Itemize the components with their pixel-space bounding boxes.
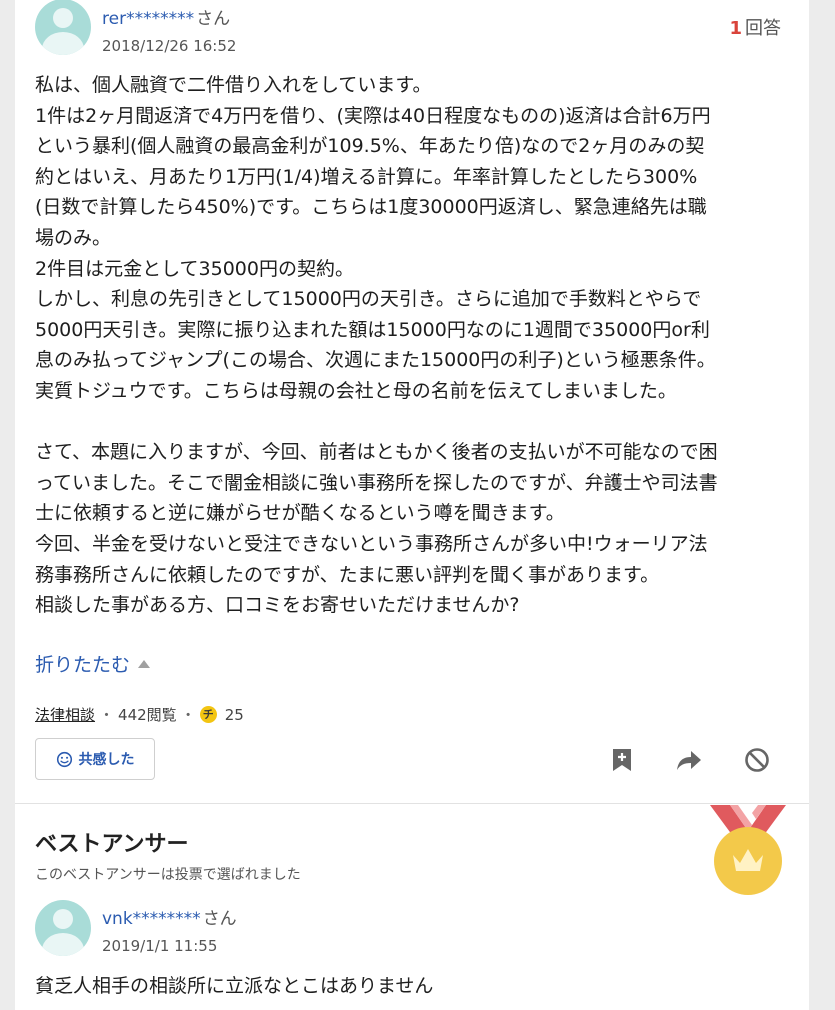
section-divider <box>15 803 809 804</box>
question-username-text[interactable]: rer******** <box>102 9 194 29</box>
answer-date: 2019/1/1 11:55 <box>102 937 218 955</box>
qa-card: rer******** さん 2018/12/26 16:52 1 回答 私は、個人… <box>15 0 809 1010</box>
smile-icon <box>56 751 72 767</box>
answer-count[interactable]: 1 回答 <box>729 14 781 40</box>
question-body-line: 約とはいえ、月あたり1万円(1/4)増える計算に。年率計算したとしたら300% <box>35 165 698 188</box>
question-body-line: っていました。そこで闇金相談に強い事務所を探したのですが、弁護士や司法書 <box>35 471 718 494</box>
question-body-line: さて、本題に入りますが、今回、前者はともかく後者の支払いが不可能なので困 <box>35 441 718 464</box>
meta-separator: ・ <box>180 706 196 724</box>
triangle-up-icon <box>138 660 151 668</box>
empathy-label: 共感した <box>78 752 135 768</box>
question-body-line: 今回、半金を受けないと受注できないという事務所さんが多い中!ウォーリア法 <box>35 532 708 555</box>
question-body-line: しかし、利息の先引きとして15000円の天引き。さらに追加で手数料とやらで <box>35 288 702 311</box>
best-answer-subtitle: このベストアンサーは投票で選ばれました <box>35 867 301 883</box>
question-body-line: 相談した事がある方、口コミをお寄せいただけませんか? <box>35 594 520 617</box>
view-count: 442閲覧 <box>118 706 177 724</box>
question-body-line <box>35 407 795 438</box>
question-username[interactable]: rer******** さん <box>102 4 230 29</box>
question-honorific: さん <box>196 9 231 29</box>
answer-username[interactable]: vnk******** さん <box>102 904 237 929</box>
bookmark-plus-icon[interactable] <box>607 745 637 775</box>
crown-medal-icon <box>710 805 786 895</box>
answer-username-text[interactable]: vnk******** <box>102 909 201 929</box>
coin-icon: チ <box>199 706 217 723</box>
question-body-line: 場のみ。 <box>35 226 112 249</box>
share-arrow-icon[interactable] <box>674 745 704 775</box>
question-body: 私は、個人融資で二件借り入れをしています。 1件は2ヶ月間返済で4万円を借り、(実… <box>35 70 795 621</box>
user-avatar-icon[interactable] <box>35 0 91 55</box>
question-meta: 法律相談 ・ 442閲覧 ・ チ 25 <box>35 704 244 725</box>
answer-count-number: 1 <box>729 18 742 39</box>
fold-label: 折りたたむ <box>35 654 131 676</box>
question-body-line: 士に依頼すると逆に嫌がらせが酷くなるという噂を聞きます。 <box>35 502 565 525</box>
fold-toggle[interactable]: 折りたたむ <box>35 650 151 677</box>
best-answer-body: 貧乏人相手の相談所に立派なとこはありません <box>35 975 434 997</box>
question-body-line: 私は、個人融資で二件借り入れをしています。 <box>35 74 432 96</box>
question-body-line: 2件目は元金として35000円の契約。 <box>35 257 354 280</box>
meta-separator: ・ <box>99 706 115 724</box>
best-answer-title: ベストアンサー <box>35 832 189 857</box>
answerer-avatar-icon[interactable] <box>35 900 91 956</box>
prohibited-icon[interactable] <box>742 745 772 775</box>
question-date: 2018/12/26 16:52 <box>102 37 237 55</box>
question-body-line: 務事務所さんに依頼したのですが、たまに悪い評判を聞く事があります。 <box>35 563 660 586</box>
question-body-line: 息のみ払ってジャンプ(この場合、次週にまた15000円の利子)という極悪条件。 <box>35 349 716 372</box>
question-body-line: 実質トジュウです。こちらは母親の会社と母の名前を伝えてしまいました。 <box>35 379 677 402</box>
answer-honorific: さん <box>202 909 237 929</box>
category-link[interactable]: 法律相談 <box>35 704 95 725</box>
answer-count-label: 回答 <box>745 18 781 39</box>
question-body-line: 5000円天引き。実際に振り込まれた額は15000円なのに1週間で35000円o… <box>35 318 710 341</box>
coin-count: 25 <box>224 705 244 724</box>
empathy-button[interactable]: 共感した <box>35 738 155 780</box>
question-body-line: 1件は2ヶ月間返済で4万円を借り、(実際は40日程度なものの)返済は合計6万円 <box>35 104 711 127</box>
question-body-line: (日数で計算したら450%)です。こちらは1度30000円返済し、緊急連絡先は職 <box>35 196 707 219</box>
question-body-line: という暴利(個人融資の最高金利が109.5%、年あたり倍)なので2ヶ月のみの契 <box>35 135 705 158</box>
